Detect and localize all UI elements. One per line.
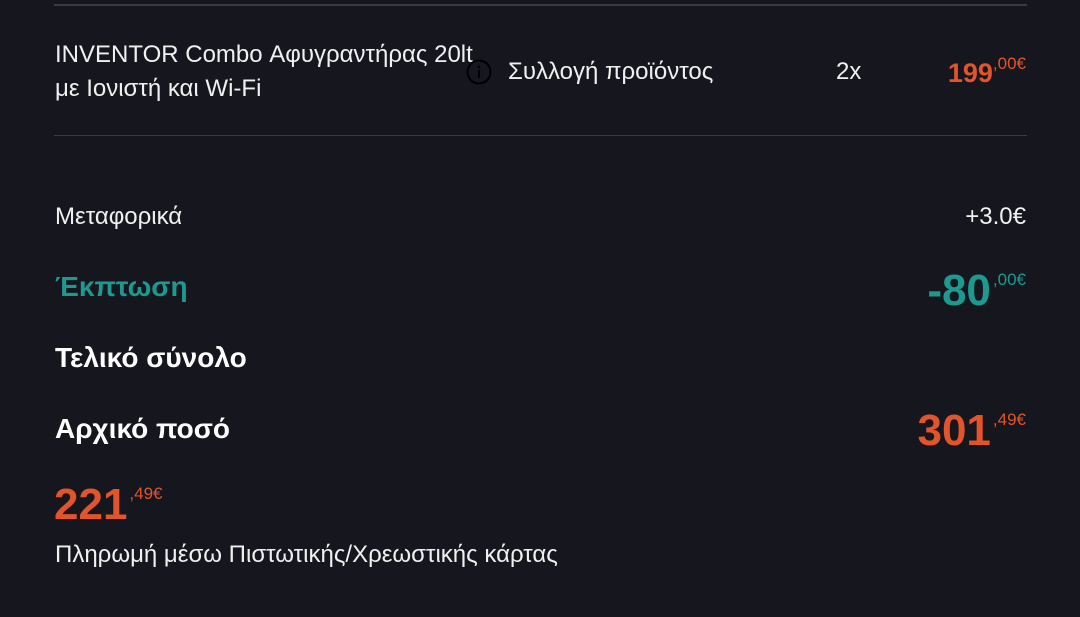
info-circle-icon[interactable] (466, 59, 492, 85)
original-amount-label: Αρχικό ποσό (55, 413, 231, 444)
payment-method: Πληρωμή μέσω Πιστωτικής/Χρεωστικής κάρτα… (55, 541, 558, 568)
final-total-label: Τελικό σύνολο (55, 342, 247, 373)
delivery-method: Συλλογή προϊόντος (508, 58, 714, 85)
item-price: 199,00€ (947, 54, 1026, 90)
item-price-decimal: ,00€ (992, 54, 1026, 73)
final-total-integer: 221 (54, 480, 128, 529)
item-price-integer: 199 (947, 58, 993, 88)
product-name: INVENTOR Combo Αφυγραντήρας 20lt με Ιονι… (55, 41, 473, 102)
item-quantity: 2x (836, 58, 862, 85)
discount-label: Έκπτωση (55, 271, 188, 302)
shipping-label: Μεταφορικά (55, 203, 183, 230)
original-amount-integer: 301 (917, 406, 991, 455)
final-total-amount: 221,49€ (54, 480, 163, 530)
discount-integer: -80 (927, 266, 991, 315)
discount-decimal: ,00€ (992, 270, 1026, 289)
top-divider (54, 4, 1027, 6)
final-total-decimal: ,49€ (129, 484, 163, 503)
original-amount: 301,49€ (917, 406, 1026, 456)
shipping-value: +3.0€ (965, 203, 1026, 230)
section-divider (54, 135, 1027, 136)
original-amount-decimal: ,49€ (992, 410, 1026, 429)
discount-amount: -80,00€ (927, 266, 1026, 316)
